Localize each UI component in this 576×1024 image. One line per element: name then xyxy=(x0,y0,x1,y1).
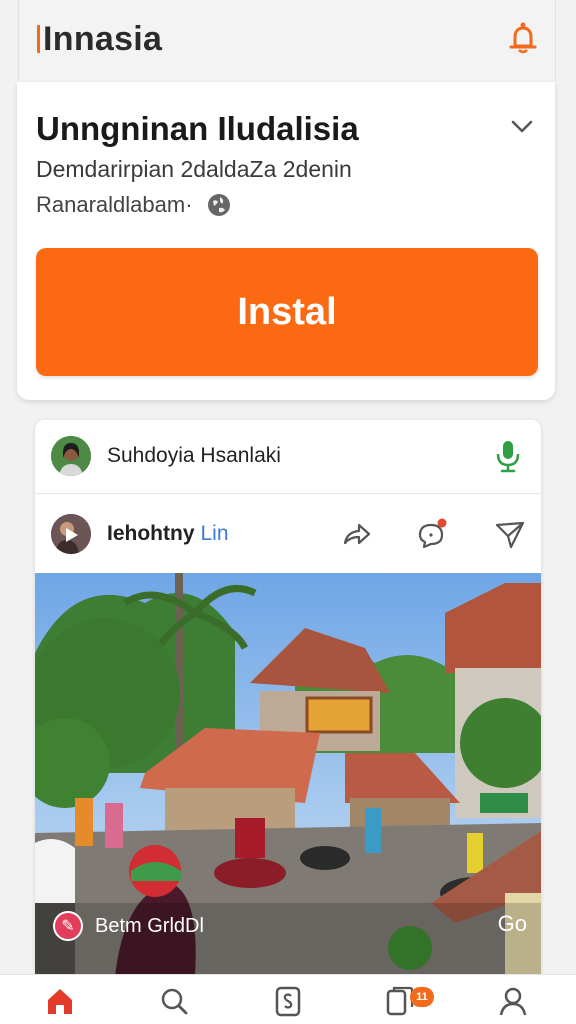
post-card: Suhdoyia Hsanlaki Iehohtny Lin ✎ Betm Gr… xyxy=(35,420,541,976)
app-developer: Demdarirpian 2daldaZa 2denin xyxy=(36,156,352,182)
chevron-down-icon[interactable] xyxy=(509,116,535,136)
edit-icon: ✎ xyxy=(53,911,83,941)
send-icon[interactable] xyxy=(493,517,527,551)
post-author-name[interactable]: Suhdoyia Hsanlaki xyxy=(107,444,281,468)
avatar[interactable] xyxy=(51,436,91,476)
home-icon[interactable] xyxy=(44,985,76,1017)
chat-bubble-icon[interactable] xyxy=(415,517,449,551)
profile-icon[interactable] xyxy=(497,985,529,1017)
photo-caption[interactable]: ✎ Betm GrldDl xyxy=(53,911,204,941)
bell-icon[interactable] xyxy=(505,20,541,56)
avatar[interactable] xyxy=(51,514,91,554)
post-subheader-name-text: Iehohtny xyxy=(107,522,195,545)
microphone-icon[interactable] xyxy=(493,438,523,474)
post-subheader-name[interactable]: Iehohtny Lin xyxy=(107,522,229,546)
app-title: Unngninan Iludalisia xyxy=(36,110,359,147)
app-meta: Ranaraldlabam· xyxy=(36,192,231,218)
globe-icon xyxy=(207,194,230,216)
app-info-card: Unngninan Iludalisia Demdarirpian 2dalda… xyxy=(17,82,555,400)
brand-logo[interactable]: Innasia xyxy=(37,20,162,59)
search-icon[interactable] xyxy=(158,985,190,1017)
app-meta-text: Ranaraldlabam· xyxy=(36,192,193,217)
post-subheader-tag[interactable]: Lin xyxy=(201,522,229,545)
top-app-bar: Innasia xyxy=(18,0,556,82)
post-author-row: Suhdoyia Hsanlaki xyxy=(35,420,541,494)
photo-caption-text: Betm GrldDl xyxy=(95,914,204,937)
notification-badge: 11 xyxy=(410,987,434,1007)
brand-accent-bar xyxy=(37,25,40,53)
apps-icon[interactable] xyxy=(272,985,304,1017)
brand-name: Innasia xyxy=(43,20,163,58)
bottom-navigation: 11 xyxy=(0,974,576,1024)
post-subheader-row: Iehohtny Lin xyxy=(35,495,541,573)
photo-overlay-right-label[interactable]: Go xyxy=(498,911,527,937)
install-button[interactable]: Instal xyxy=(36,248,538,376)
post-photo[interactable]: ✎ Betm GrldDl Go xyxy=(35,573,541,976)
share-icon[interactable] xyxy=(339,517,373,551)
